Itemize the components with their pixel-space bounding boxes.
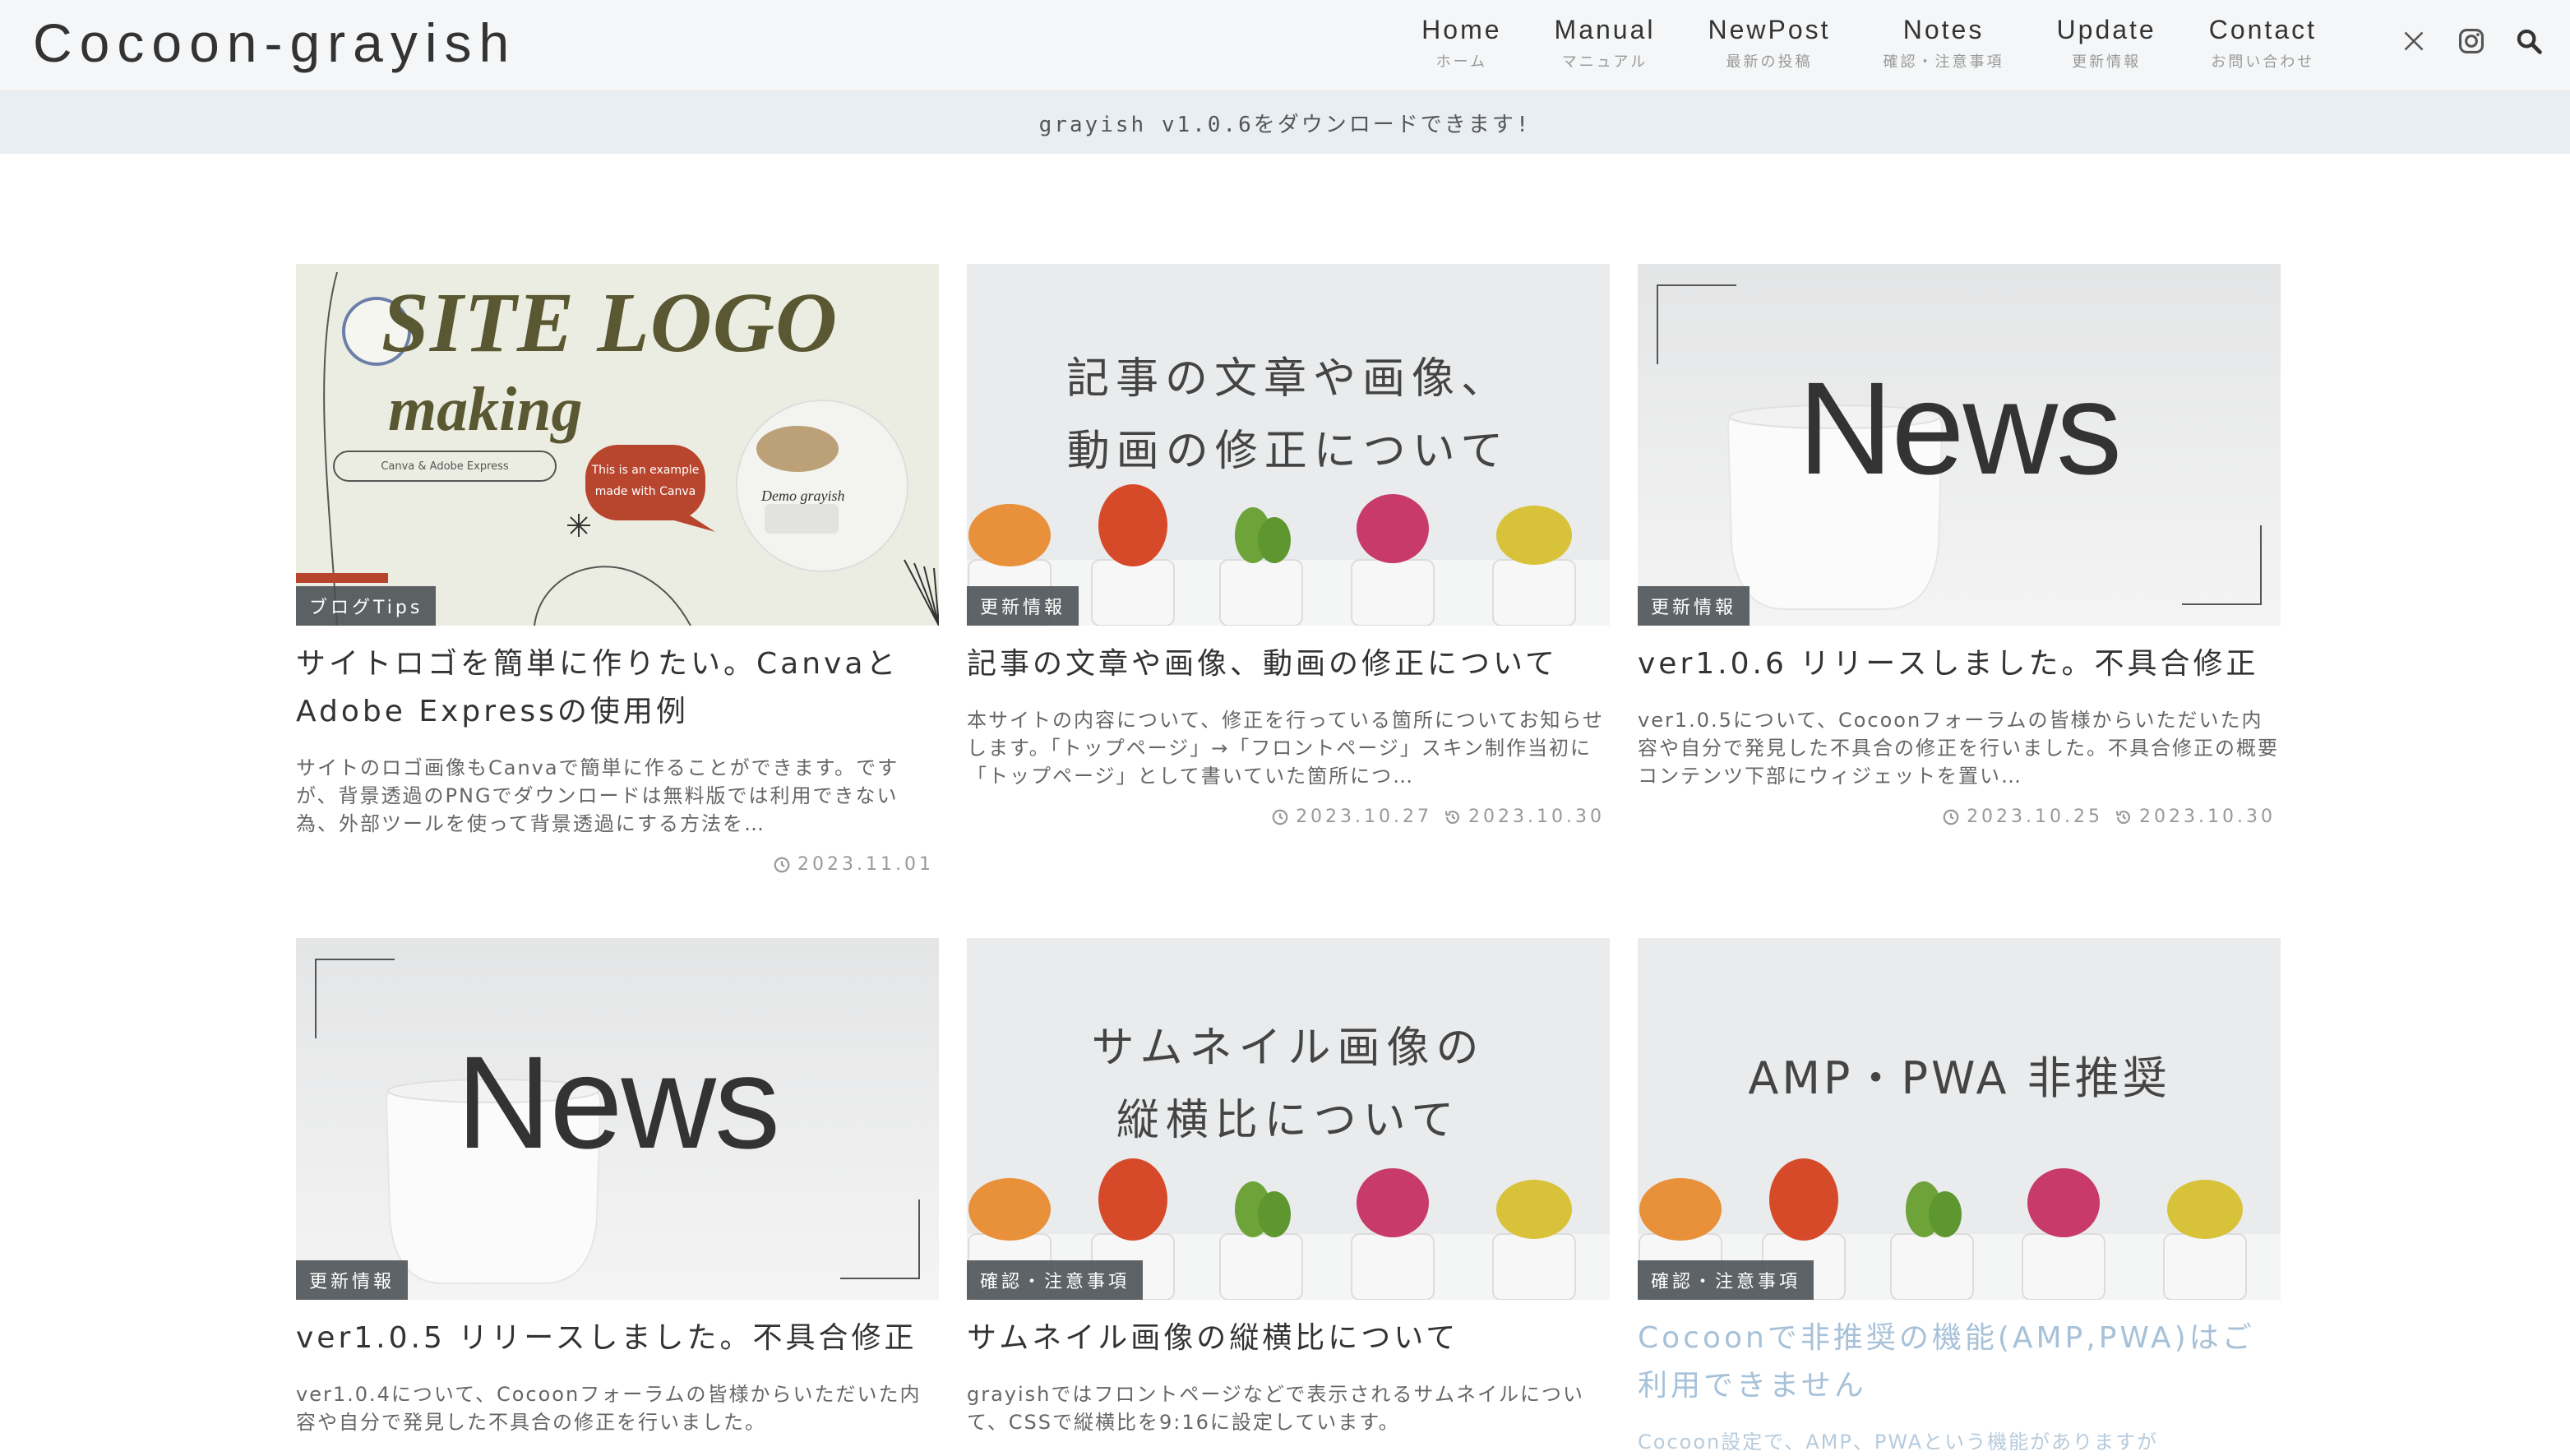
post-excerpt: Cocoon設定で、AMP、PWAという機能がありますが: [1638, 1431, 2159, 1454]
thumb-headline: News: [1797, 354, 2122, 502]
nav-label: NewPost: [1708, 15, 1831, 44]
post-card[interactable]: News 更新情報 ver1.0.6 リリースしました。不具合修正 ver1.0…: [1638, 264, 2281, 827]
post-card[interactable]: News 更新情報 ver1.0.5 リリースしました。不具合修正 ver1.0…: [296, 938, 939, 1436]
nav-item-home[interactable]: Home ホーム: [1395, 15, 1528, 72]
instagram-icon[interactable]: [2455, 25, 2488, 58]
nav-item-update[interactable]: Update 更新情報: [2031, 15, 2183, 72]
post-excerpt: ver1.0.5について、Cocoonフォーラムの皆様からいただいた内容や自分で…: [1638, 709, 2279, 788]
post-card[interactable]: SITE LOGO making Canva & Adobe Express T…: [296, 264, 939, 875]
thumb-headline: サムネイル画像の 縦横比について: [967, 1012, 1610, 1157]
post-date-text: 2023.11.01: [797, 854, 934, 875]
category-badge: 確認・注意事項: [1638, 1260, 1814, 1300]
nav-sub-label: お問い合わせ: [2211, 53, 2315, 71]
post-dates: 2023.10.27 2023.10.30: [967, 807, 1610, 827]
clock-icon: [774, 857, 790, 872]
post-title[interactable]: ver1.0.5 リリースしました。不具合修正: [296, 1315, 939, 1362]
post-thumbnail: AMP・PWA 非推奨 確認・注意事項: [1638, 938, 2281, 1300]
post-date: 2023.10.25: [1942, 807, 2103, 827]
nav-sub-label: 最新の投稿: [1726, 53, 1813, 71]
post-title[interactable]: Cocoonで非推奨の機能(AMP,PWA)はご利用できません: [1638, 1315, 2281, 1410]
category-badge: 更新情報: [296, 1260, 409, 1300]
post-dates: 2023.10.25 2023.10.30: [1638, 807, 2281, 827]
post-updated-text: 2023.10.30: [2139, 807, 2276, 827]
nav-item-contact[interactable]: Contact お問い合わせ: [2183, 15, 2343, 72]
post-title[interactable]: 記事の文章や画像、動画の修正について: [967, 640, 1610, 688]
header-icons: [2397, 25, 2545, 58]
post-thumbnail: 記事の文章や画像、 動画の修正について 更新情報: [967, 264, 1610, 626]
post-card[interactable]: サムネイル画像の 縦横比について 確認・注意事項 サムネイル画像の縦横比について…: [967, 938, 1610, 1436]
post-updated-text: 2023.10.30: [1468, 807, 1605, 827]
history-icon: [1444, 810, 1459, 824]
cactus-thumbnail-art: [1638, 938, 2281, 1300]
search-icon[interactable]: [2512, 25, 2545, 58]
post-card[interactable]: 記事の文章や画像、 動画の修正について 更新情報 記事の文章や画像、動画の修正に…: [967, 264, 1610, 827]
nav-label: Notes: [1902, 15, 1985, 44]
category-badge: 更新情報: [967, 586, 1079, 626]
thumb-line: 記事の文章や画像、: [1065, 354, 1510, 404]
post-thumbnail: サムネイル画像の 縦横比について 確認・注意事項: [967, 938, 1610, 1300]
post-excerpt: grayishではフロントページなどで表示されるサムネイルについて、CSSで縦横…: [967, 1383, 1584, 1434]
nav-item-manual[interactable]: Manual マニュアル: [1528, 15, 1682, 72]
nav-sub-label: 更新情報: [2072, 53, 2142, 71]
bubble-line: This is an example: [591, 464, 700, 477]
post-title[interactable]: サイトロゴを簡単に作りたい。CanvaとAdobe Expressの使用例: [296, 640, 939, 736]
post-title[interactable]: ver1.0.6 リリースしました。不具合修正: [1638, 640, 2281, 688]
post-date-text: 2023.10.27: [1296, 807, 1433, 827]
post-thumbnail: News 更新情報: [1638, 264, 2281, 626]
post-updated: 2023.10.30: [2115, 807, 2276, 827]
nav-sub-label: ホーム: [1435, 53, 1488, 71]
notice-text: grayish v1.0.6をダウンロードできます!: [1038, 112, 1532, 137]
thumb-headline: News: [455, 1028, 780, 1176]
post-thumbnail: SITE LOGO making Canva & Adobe Express T…: [296, 264, 939, 626]
clock-icon: [1943, 809, 1959, 825]
nav-sub-label: マニュアル: [1561, 53, 1648, 71]
bubble-line: made with Canva: [594, 485, 696, 498]
thumb-text-logo: SITE LOGO: [381, 275, 839, 370]
thumb-demo-text: Demo grayish: [761, 488, 845, 504]
post-excerpt: 本サイトの内容について、修正を行っている箇所についてお知らせします。「トップペー…: [967, 709, 1604, 788]
nav-label: Update: [2056, 15, 2156, 44]
thumb-line: 動画の修正について: [1066, 427, 1510, 476]
post-card[interactable]: AMP・PWA 非推奨 確認・注意事項 Cocoonで非推奨の機能(AMP,PW…: [1638, 938, 2281, 1456]
history-icon: [2115, 810, 2130, 824]
post-updated: 2023.10.30: [1444, 807, 1605, 827]
nav-label: Contact: [2208, 15, 2317, 44]
thumb-text-making: making: [388, 375, 583, 444]
thumb-pill-text: Canva & Adobe Express: [381, 460, 509, 473]
post-date: 2023.11.01: [773, 854, 934, 875]
main-nav: Home ホーム Manual マニュアル NewPost 最新の投稿 Note…: [1395, 15, 2343, 72]
x-icon[interactable]: [2397, 25, 2430, 58]
post-thumbnail: News 更新情報: [296, 938, 939, 1300]
thumb-bubble: This is an example made with Canva: [585, 460, 705, 502]
nav-label: Manual: [1554, 15, 1656, 44]
post-title[interactable]: サムネイル画像の縦横比について: [967, 1315, 1610, 1362]
post-excerpt: ver1.0.4について、Cocoonフォーラムの皆様からいただいた内容や自分で…: [296, 1383, 922, 1434]
post-excerpt: サイトのロゴ画像もCanvaで簡単に作ることができます。ですが、背景透過のPNG…: [296, 756, 899, 835]
thumb-headline: 記事の文章や画像、 動画の修正について: [967, 343, 1610, 488]
post-dates: 2023.11.01: [296, 854, 939, 875]
nav-sub-label: 確認・注意事項: [1883, 53, 2004, 71]
site-title[interactable]: Cocoon-grayish: [33, 12, 516, 74]
category-badge: 確認・注意事項: [967, 1260, 1144, 1300]
clock-icon: [1272, 809, 1288, 825]
thumb-line: 縦横比について: [1116, 1096, 1461, 1145]
thumb-line: サムネイル画像の: [1091, 1024, 1486, 1073]
site-header: Cocoon-grayish Home ホーム Manual マニュアル New…: [0, 0, 2570, 91]
notice-bar[interactable]: grayish v1.0.6をダウンロードできます!: [0, 91, 2570, 154]
category-badge: 更新情報: [1638, 586, 1750, 626]
nav-item-newpost[interactable]: NewPost 最新の投稿: [1681, 15, 1856, 72]
thumb-headline: AMP・PWA 非推奨: [1748, 1052, 2170, 1104]
post-date-text: 2023.10.25: [1967, 807, 2104, 827]
nav-label: Home: [1421, 15, 1502, 44]
category-badge: ブログTips: [296, 586, 437, 626]
post-date: 2023.10.27: [1271, 807, 1432, 827]
nav-item-notes[interactable]: Notes 確認・注意事項: [1857, 15, 2031, 72]
